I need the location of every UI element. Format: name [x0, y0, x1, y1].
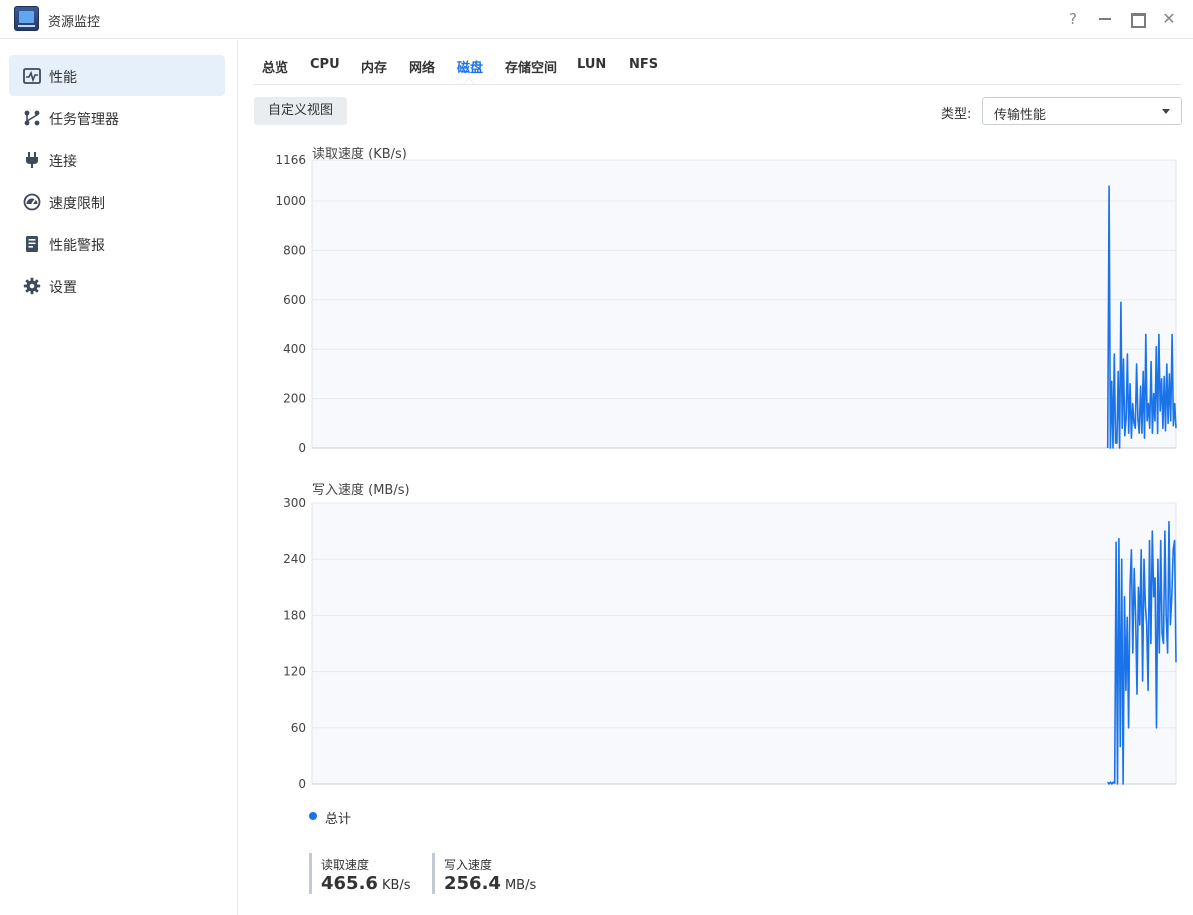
write-speed-value: 256.4 [444, 873, 501, 894]
custom-view-button[interactable]: 自定义视图 [254, 97, 347, 125]
sidebar-item-speed-limit[interactable]: 速度限制 [9, 181, 225, 222]
read-chart-y-tick-label: 0 [298, 441, 306, 455]
read-speed-chart: 0 200 400 600 800 1000 1166 [275, 153, 1177, 455]
write-chart-y-tick-label: 0 [298, 777, 306, 791]
tab-volume[interactable]: 存储空间 [505, 57, 557, 76]
read-chart-y-tick-label: 400 [283, 342, 306, 356]
read-speed-label: 读取速度 [321, 858, 370, 872]
write-speed-label: 写入速度 [444, 858, 493, 872]
tab-memory[interactable]: 内存 [361, 57, 387, 76]
sidebar-item-label: 任务管理器 [49, 112, 119, 128]
window-title: 资源监控 [48, 15, 101, 30]
performance-chart-icon [23, 68, 41, 84]
tab-nfs[interactable]: NFS [629, 57, 658, 72]
active-tab-indicator [463, 78, 475, 84]
sidebar-item-label: 速度限制 [49, 196, 105, 212]
sidebar-item-performance[interactable]: 性能 [9, 55, 225, 96]
write-chart-y-tick-label: 120 [283, 665, 306, 679]
read-chart-y-tick-label: 800 [283, 243, 306, 257]
write-chart-y-tick-label: 300 [283, 496, 306, 510]
resource-monitor-app-icon [14, 6, 39, 31]
read-chart-plot-area [311, 159, 1177, 449]
legend-label[interactable]: 总计 [325, 808, 351, 827]
read-chart-y-tick-label: 200 [283, 392, 306, 406]
write-chart-plot-area [311, 502, 1177, 785]
sidebar-item-label: 设置 [49, 280, 77, 296]
sidebar-item-connections[interactable]: 连接 [9, 139, 225, 180]
alert-list-icon [26, 236, 38, 252]
tab-disk[interactable]: 磁盘 [457, 57, 483, 76]
speedometer-icon [23, 193, 41, 211]
legend-series-marker [309, 812, 317, 820]
write-speed-stat: 写入速度 256.4 MB/s [432, 853, 536, 894]
task-manager-icon [24, 110, 40, 126]
tab-network[interactable]: 网络 [409, 57, 435, 76]
plug-icon [26, 152, 38, 168]
maximize-button[interactable] [1126, 8, 1148, 30]
sidebar-item-label: 连接 [49, 154, 77, 170]
gear-icon [23, 277, 41, 295]
help-button[interactable]: ? [1062, 8, 1084, 30]
tab-cpu[interactable]: CPU [310, 57, 340, 72]
sidebar-item-label: 性能 [49, 70, 77, 86]
tab-overview[interactable]: 总览 [262, 57, 288, 76]
tab-bar: 总览 CPU 内存 网络 磁盘 存储空间 LUN NFS [254, 40, 1182, 85]
sidebar-item-settings[interactable]: 设置 [9, 265, 225, 306]
write-speed-unit: MB/s [504, 878, 537, 893]
type-dropdown-value: 传输性能 [994, 108, 1047, 123]
sidebar-item-task-manager[interactable]: 任务管理器 [9, 97, 225, 138]
read-speed-value: 465.6 [321, 873, 378, 894]
chevron-down-icon [1162, 109, 1170, 114]
title-bar: 资源监控 ? ✕ [0, 0, 1193, 39]
tab-lun[interactable]: LUN [577, 57, 606, 72]
read-chart-y-tick-label: 600 [283, 293, 306, 307]
read-speed-unit: KB/s [381, 878, 411, 893]
sidebar-item-label: 性能警报 [49, 238, 105, 254]
type-label: 类型: [941, 107, 972, 122]
write-chart-y-tick-label: 180 [283, 608, 306, 622]
read-speed-stat: 读取速度 465.6 KB/s [309, 853, 411, 894]
write-chart-y-tick-label: 240 [283, 552, 306, 566]
write-speed-chart: 0 60 120 180 240 300 [283, 496, 1177, 791]
read-chart-y-tick-label: 1166 [275, 153, 306, 167]
read-chart-y-tick-label: 1000 [275, 194, 306, 208]
sidebar: 性能 任务管理器 连接 速度限制 性能警报 设置 [0, 40, 238, 915]
minimize-button[interactable] [1094, 8, 1116, 30]
write-chart-y-tick-label: 60 [291, 721, 306, 735]
close-button[interactable]: ✕ [1158, 8, 1180, 30]
sidebar-item-performance-alerts[interactable]: 性能警报 [9, 223, 225, 264]
type-dropdown[interactable]: 传输性能 [982, 97, 1182, 125]
